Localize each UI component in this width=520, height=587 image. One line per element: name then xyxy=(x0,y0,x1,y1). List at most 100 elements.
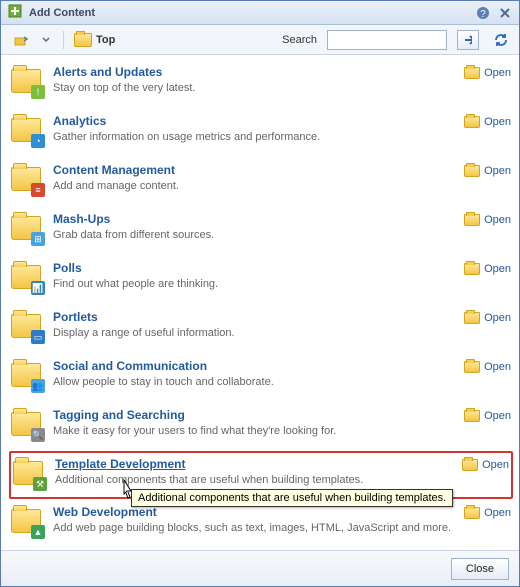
catalog-item: ▭ Portlets Display a range of useful infor… xyxy=(9,304,513,353)
folder-open-icon xyxy=(464,214,480,226)
open-label: Open xyxy=(484,116,511,128)
item-description: Stay on top of the very latest. xyxy=(53,82,454,94)
folder-open-icon xyxy=(464,507,480,519)
open-label: Open xyxy=(484,67,511,79)
item-body: Analytics Gather information on usage met… xyxy=(53,114,454,143)
item-body: Template Development Additional component… xyxy=(55,457,452,486)
item-description: Allow people to stay in touch and collab… xyxy=(53,376,454,388)
tooltip: Additional components that are useful wh… xyxy=(131,489,453,507)
up-button[interactable] xyxy=(9,29,33,51)
item-title-link[interactable]: Polls xyxy=(53,261,82,275)
chevron-down-icon xyxy=(42,36,50,44)
dialog-title: Add Content xyxy=(29,7,469,19)
folder-open-icon xyxy=(464,410,480,422)
item-title-link[interactable]: Content Management xyxy=(53,163,175,177)
item-title-link[interactable]: Tagging and Searching xyxy=(53,408,185,422)
open-link[interactable]: Open xyxy=(462,459,509,471)
open-label: Open xyxy=(484,410,511,422)
folder-icon: ! xyxy=(11,65,43,97)
folder-icon: ⚒ xyxy=(13,457,45,489)
item-body: Content Management Add and manage content… xyxy=(53,163,454,192)
catalog-item: ≡ Content Management Add and manage conten… xyxy=(9,157,513,206)
open-label: Open xyxy=(484,361,511,373)
open-label: Open xyxy=(484,507,511,519)
help-icon[interactable]: ? xyxy=(475,5,491,21)
arrow-right-icon xyxy=(464,35,472,45)
open-label: Open xyxy=(482,459,509,471)
item-description: Add web page building blocks, such as te… xyxy=(53,522,454,534)
item-body: Social and Communication Allow people to … xyxy=(53,359,454,388)
close-icon[interactable] xyxy=(497,5,513,21)
item-body: Web Development Add web page building blo… xyxy=(53,505,454,534)
svg-text:?: ? xyxy=(480,9,486,20)
open-link[interactable]: Open xyxy=(464,214,511,226)
item-title-link[interactable]: Analytics xyxy=(53,114,106,128)
folder-icon: ▭ xyxy=(11,310,43,342)
open-label: Open xyxy=(484,312,511,324)
open-link[interactable]: Open xyxy=(464,165,511,177)
search-go-button[interactable] xyxy=(457,30,479,50)
item-body: Tagging and Searching Make it easy for yo… xyxy=(53,408,454,437)
item-description: Display a range of useful information. xyxy=(53,327,454,339)
item-body: Mash-Ups Grab data from different sources… xyxy=(53,212,454,241)
search-input[interactable] xyxy=(327,30,447,50)
open-link[interactable]: Open xyxy=(464,410,511,422)
catalog-item: 🔍 Tagging and Searching Make it easy for y… xyxy=(9,402,513,451)
open-link[interactable]: Open xyxy=(464,116,511,128)
catalog-item: ⚒ Template Development Additional componen… xyxy=(9,451,513,499)
footer: Close xyxy=(1,550,519,586)
folder-open-icon xyxy=(464,312,480,324)
item-description: Find out what people are thinking. xyxy=(53,278,454,290)
open-link[interactable]: Open xyxy=(464,263,511,275)
item-body: Portlets Display a range of useful inform… xyxy=(53,310,454,339)
catalog-list: ! Alerts and Updates Stay on top of the ve… xyxy=(1,55,519,550)
dropdown-button[interactable] xyxy=(39,29,53,51)
item-body: Alerts and Updates Stay on top of the ver… xyxy=(53,65,454,94)
catalog-item: 📊 Polls Find out what people are thinking.… xyxy=(9,255,513,304)
search-label: Search xyxy=(282,34,317,46)
close-button[interactable]: Close xyxy=(451,558,509,580)
open-label: Open xyxy=(484,263,511,275)
item-title-link[interactable]: Social and Communication xyxy=(53,359,207,373)
item-description: Make it easy for your users to find what… xyxy=(53,425,454,437)
folder-icon xyxy=(74,33,92,47)
catalog-item: 👥 Social and Communication Allow people to… xyxy=(9,353,513,402)
open-link[interactable]: Open xyxy=(464,312,511,324)
open-link[interactable]: Open xyxy=(464,361,511,373)
item-description: Grab data from different sources. xyxy=(53,229,454,241)
item-description: Add and manage content. xyxy=(53,180,454,192)
open-label: Open xyxy=(484,214,511,226)
folder-open-icon xyxy=(462,459,478,471)
folder-icon: 👥 xyxy=(11,359,43,391)
item-title-link[interactable]: Portlets xyxy=(53,310,98,324)
folder-icon: 📊 xyxy=(11,261,43,293)
breadcrumb[interactable]: Top xyxy=(74,33,115,47)
catalog-item: ⊞ Mash-Ups Grab data from different source… xyxy=(9,206,513,255)
folder-icon: 🔍 xyxy=(11,408,43,440)
breadcrumb-label: Top xyxy=(96,34,115,46)
open-link[interactable]: Open xyxy=(464,67,511,79)
item-title-link[interactable]: Template Development xyxy=(55,457,185,471)
folder-up-icon xyxy=(14,33,28,47)
folder-icon: ◔ xyxy=(11,114,43,146)
item-description: Gather information on usage metrics and … xyxy=(53,131,454,143)
divider xyxy=(63,31,64,49)
item-title-link[interactable]: Web Development xyxy=(53,505,157,519)
folder-open-icon xyxy=(464,165,480,177)
item-title-link[interactable]: Mash-Ups xyxy=(53,212,110,226)
add-content-icon xyxy=(7,3,23,22)
folder-icon: ▲ xyxy=(11,505,43,537)
item-body: Polls Find out what people are thinking. xyxy=(53,261,454,290)
folder-icon: ≡ xyxy=(11,163,43,195)
add-content-dialog: Add Content ? Top Search ! Alerts and Upd… xyxy=(0,0,520,587)
item-title-link[interactable]: Alerts and Updates xyxy=(53,65,162,79)
catalog-item: ! Alerts and Updates Stay on top of the ve… xyxy=(9,59,513,108)
refresh-button[interactable] xyxy=(491,30,511,50)
folder-icon: ⊞ xyxy=(11,212,43,244)
item-description: Additional components that are useful wh… xyxy=(55,474,452,486)
toolbar: Top Search xyxy=(1,25,519,55)
titlebar: Add Content ? xyxy=(1,1,519,25)
folder-open-icon xyxy=(464,361,480,373)
folder-open-icon xyxy=(464,67,480,79)
open-link[interactable]: Open xyxy=(464,507,511,519)
